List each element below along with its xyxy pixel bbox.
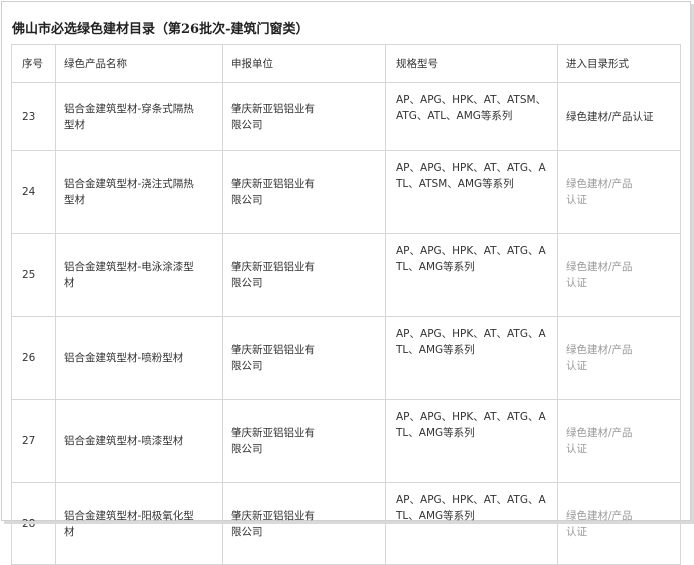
product-name: 铝合金建筑型材-穿条式隔热型材: [64, 102, 194, 131]
row-product: 铝合金建筑型材-喷漆型材: [55, 399, 223, 483]
table-row: 27 铝合金建筑型材-喷漆型材 肇庆新亚铝铝业有限公司 AP、APG、HPK、A…: [11, 399, 681, 483]
header-no: 序号: [11, 44, 56, 83]
row-product: 铝合金建筑型材-电泳涂漆型材: [55, 233, 223, 317]
unit-name: 肇庆新亚铝铝业有限公司: [231, 102, 315, 131]
product-name: 铝合金建筑型材-喷粉型材: [64, 352, 184, 364]
table-header-row: 序号 绿色产品名称 申报单位 规格型号 进入目录形式: [11, 44, 681, 83]
row-product: 铝合金建筑型材-浇注式隔热型材: [55, 150, 223, 234]
row-no: 24: [11, 150, 56, 234]
header-form: 进入目录形式: [557, 44, 681, 83]
row-spec: AP、APG、HPK、AT、ATSM、ATG、ATL、AMG等系列: [385, 82, 558, 151]
table-row: 26 铝合金建筑型材-喷粉型材 肇庆新亚铝铝业有限公司 AP、APG、HPK、A…: [11, 316, 681, 400]
product-name: 铝合金建筑型材-电泳涂漆型材: [64, 261, 194, 289]
unit-name: 肇庆新亚铝铝业有限公司: [231, 261, 315, 289]
row-unit: 肇庆新亚铝铝业有限公司: [222, 316, 386, 400]
header-spec: 规格型号: [385, 44, 558, 83]
catalog-table: 序号 绿色产品名称 申报单位 规格型号 进入目录形式 23 铝合金建筑型材-穿条…: [11, 44, 681, 565]
table-row: 24 铝合金建筑型材-浇注式隔热型材 肇庆新亚铝铝业有限公司 AP、APG、HP…: [11, 150, 681, 234]
row-spec: AP、APG、HPK、AT、ATG、ATL、ATSM、AMG等系列: [385, 150, 558, 234]
row-no: 23: [11, 82, 56, 151]
row-form: 绿色建材/产品认证: [557, 233, 681, 317]
row-unit: 肇庆新亚铝铝业有限公司: [222, 82, 386, 151]
row-form: 绿色建材/产品认证: [557, 82, 681, 151]
unit-name: 肇庆新亚铝铝业有限公司: [231, 344, 315, 372]
header-product: 绿色产品名称: [55, 44, 223, 83]
row-spec: AP、APG、HPK、AT、ATG、ATL、AMG等系列: [385, 399, 558, 483]
row-form: 绿色建材/产品认证: [557, 399, 681, 483]
row-no: 27: [11, 399, 56, 483]
row-form: 绿色建材/产品认证: [557, 150, 681, 234]
row-form: 绿色建材/产品认证: [557, 316, 681, 400]
row-unit: 肇庆新亚铝铝业有限公司: [222, 150, 386, 234]
row-unit: 肇庆新亚铝铝业有限公司: [222, 399, 386, 483]
row-product: 铝合金建筑型材-喷粉型材: [55, 316, 223, 400]
header-unit: 申报单位: [222, 44, 386, 83]
document-frame: 佛山市必选绿色建材目录（第26批次-建筑门窗类） 序号 绿色产品名称 申报单位 …: [1, 1, 691, 565]
row-no: 26: [11, 316, 56, 400]
table-row: 25 铝合金建筑型材-电泳涂漆型材 肇庆新亚铝铝业有限公司 AP、APG、HPK…: [11, 233, 681, 317]
row-spec: AP、APG、HPK、AT、ATG、ATL、AMG等系列: [385, 316, 558, 400]
row-spec: AP、APG、HPK、AT、ATG、ATL、AMG等系列: [385, 233, 558, 317]
page-title: 佛山市必选绿色建材目录（第26批次-建筑门窗类）: [12, 22, 309, 37]
unit-name: 肇庆新亚铝铝业有限公司: [231, 427, 315, 455]
row-product: 铝合金建筑型材-穿条式隔热型材: [55, 82, 223, 151]
product-name: 铝合金建筑型材-喷漆型材: [64, 435, 184, 447]
table-row: 23 铝合金建筑型材-穿条式隔热型材 肇庆新亚铝铝业有限公司 AP、APG、HP…: [11, 82, 681, 151]
unit-name: 肇庆新亚铝铝业有限公司: [231, 178, 315, 206]
product-name: 铝合金建筑型材-浇注式隔热型材: [64, 178, 194, 206]
row-no: 25: [11, 233, 56, 317]
row-unit: 肇庆新亚铝铝业有限公司: [222, 233, 386, 317]
